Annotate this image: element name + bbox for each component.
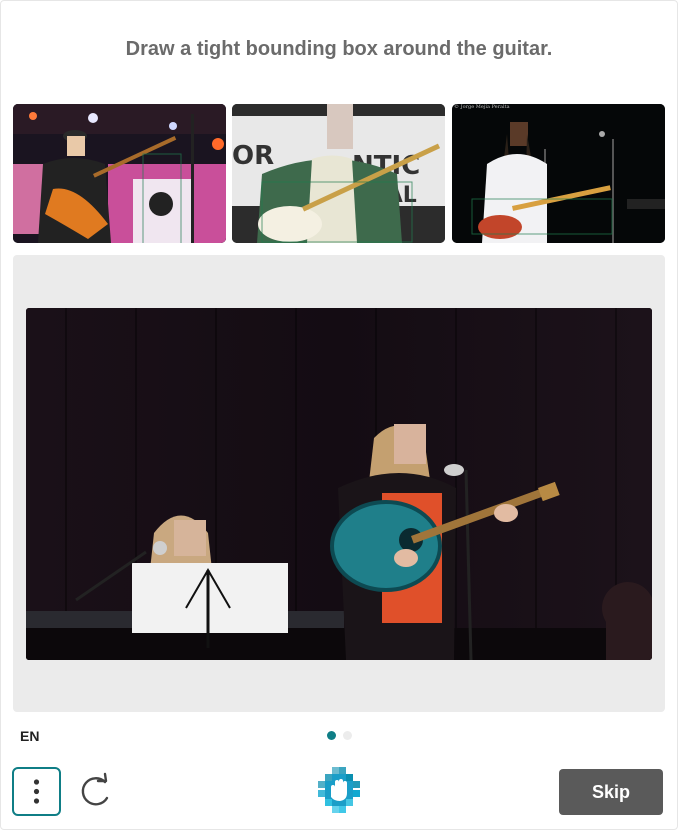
page-dot-inactive: [343, 731, 352, 740]
menu-button[interactable]: [12, 767, 61, 816]
skip-button[interactable]: Skip: [559, 769, 663, 815]
hand-logo-icon: [318, 767, 360, 813]
example-2-scene: OR NTIC IVAL: [232, 104, 445, 243]
refresh-button[interactable]: [74, 772, 114, 812]
refresh-icon: [81, 772, 109, 806]
svg-text:OR: OR: [232, 141, 274, 171]
task-image-scene: [26, 308, 652, 660]
language-selector[interactable]: EN: [20, 728, 39, 744]
hcaptcha-logo: [316, 767, 362, 813]
page-dot-active: [327, 731, 336, 740]
example-1-scene: [13, 104, 226, 243]
example-3-caption: © Jorge Mejía Peralta: [454, 104, 510, 110]
example-3-scene: [452, 104, 665, 243]
example-image-1: [13, 104, 226, 243]
task-prompt: Draw a tight bounding box around the gui…: [125, 38, 553, 60]
vertical-dots-icon: [33, 779, 40, 804]
task-image[interactable]: [26, 308, 652, 660]
example-image-2: OR NTIC IVAL: [232, 104, 445, 243]
example-image-3: © Jorge Mejía Peralta: [452, 104, 665, 243]
